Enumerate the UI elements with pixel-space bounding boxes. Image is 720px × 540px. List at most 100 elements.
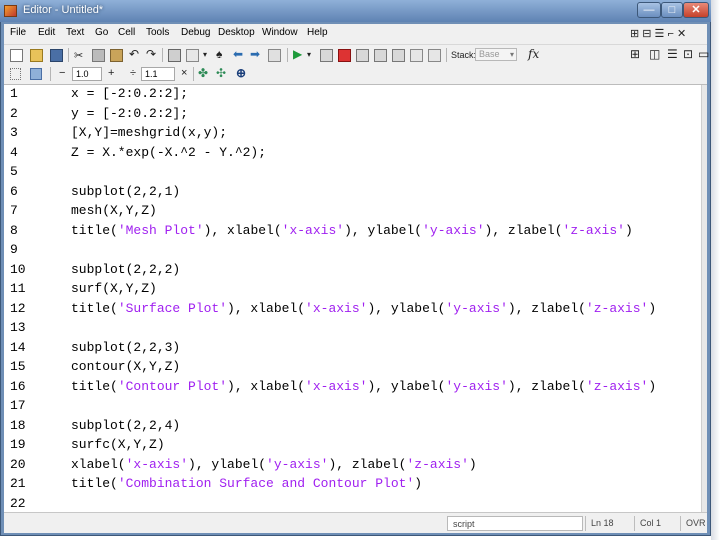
dock-undock-icon[interactable]: ▭ bbox=[698, 47, 709, 61]
redo-icon[interactable]: ↷ bbox=[146, 47, 156, 61]
code-line[interactable]: Z = X.*exp(-X.^2 - Y.^2); bbox=[71, 145, 266, 160]
save-icon[interactable] bbox=[50, 49, 63, 62]
dock-layout-icons[interactable]: ⊞ ⊟ ☰ ⌐ ✕ bbox=[630, 27, 686, 40]
cell-step-input[interactable]: 1.0 bbox=[72, 67, 102, 81]
toolbar-separator bbox=[446, 48, 447, 62]
increment-button[interactable]: + bbox=[108, 67, 114, 79]
float-layout-icon[interactable]: ⊡ bbox=[683, 47, 693, 61]
code-line[interactable]: title('Surface Plot'), xlabel('x-axis'),… bbox=[71, 301, 656, 316]
step-out-icon[interactable] bbox=[392, 49, 405, 62]
set-breakpoint-icon[interactable] bbox=[320, 49, 333, 62]
string-literal: 'y-axis' bbox=[445, 301, 508, 316]
status-bar: script Ln 18 Col 1 OVR bbox=[4, 512, 707, 533]
new-file-icon[interactable] bbox=[10, 49, 23, 62]
go-to-icon[interactable] bbox=[268, 49, 281, 62]
code-line[interactable]: title('Mesh Plot'), xlabel('x-axis'), yl… bbox=[71, 223, 633, 238]
code-token: ), ylabel( bbox=[344, 223, 423, 238]
code-line[interactable]: surfc(X,Y,Z) bbox=[71, 437, 165, 452]
code-token: mesh(X,Y,Z) bbox=[71, 203, 157, 218]
step-icon[interactable] bbox=[356, 49, 369, 62]
vertical-scrollbar[interactable] bbox=[701, 85, 707, 512]
back-arrow-icon[interactable]: ⬅ bbox=[233, 47, 243, 61]
forward-arrow-icon[interactable]: ➡ bbox=[250, 47, 260, 61]
code-line[interactable]: xlabel('x-axis'), ylabel('y-axis'), zlab… bbox=[71, 457, 477, 472]
code-line[interactable]: subplot(2,2,3) bbox=[71, 340, 180, 355]
divide-button[interactable]: ÷ bbox=[130, 67, 136, 79]
code-line[interactable]: subplot(2,2,2) bbox=[71, 262, 180, 277]
continue-icon[interactable] bbox=[410, 49, 423, 62]
evaluate-cell-icon[interactable] bbox=[30, 68, 42, 80]
code-token: title( bbox=[71, 476, 118, 491]
cut-icon[interactable]: ✂ bbox=[74, 49, 83, 62]
string-literal: 'z-axis' bbox=[585, 301, 649, 316]
code-line[interactable]: title('Contour Plot'), xlabel('x-axis'),… bbox=[71, 379, 656, 394]
chevron-down-icon[interactable]: ▾ bbox=[307, 50, 311, 59]
code-token: subplot(2,2,4) bbox=[71, 418, 181, 433]
publish-icon[interactable]: ⊕ bbox=[236, 66, 246, 80]
code-line[interactable]: x = [-2:0.2:2]; bbox=[71, 86, 188, 101]
chevron-down-icon[interactable]: ▾ bbox=[203, 50, 207, 59]
line-number: 17 bbox=[10, 398, 26, 413]
function-browser-button[interactable]: fx bbox=[528, 47, 539, 61]
maximize-button[interactable]: □ bbox=[661, 2, 683, 18]
tile-layout-icon[interactable]: ⊞ bbox=[630, 47, 640, 61]
code-line[interactable]: [X,Y]=meshgrid(x,y); bbox=[71, 125, 227, 140]
code-token: ), zlabel( bbox=[507, 301, 586, 316]
open-folder-icon[interactable] bbox=[30, 49, 43, 62]
exit-debug-icon[interactable] bbox=[428, 49, 441, 62]
menu-desktop[interactable]: Desktop bbox=[218, 27, 255, 38]
status-mode: script bbox=[447, 516, 583, 531]
code-line[interactable]: surf(X,Y,Z) bbox=[71, 281, 157, 296]
code-line[interactable]: title('Combination Surface and Contour P… bbox=[71, 476, 422, 491]
line-number: 1 bbox=[10, 86, 18, 101]
line-number: 16 bbox=[10, 379, 26, 394]
code-token: ), zlabel( bbox=[507, 379, 586, 394]
menu-help[interactable]: Help bbox=[307, 27, 328, 38]
print-icon[interactable] bbox=[168, 49, 181, 62]
toolbar-separator bbox=[193, 67, 194, 81]
code-line[interactable]: mesh(X,Y,Z) bbox=[71, 203, 157, 218]
code-token: title( bbox=[71, 223, 118, 238]
stack-dropdown[interactable]: Base ▾ bbox=[475, 48, 517, 61]
stack-layout-icon[interactable]: ☰ bbox=[667, 47, 678, 61]
code-line[interactable]: subplot(2,2,4) bbox=[71, 418, 180, 433]
menu-edit[interactable]: Edit bbox=[38, 27, 55, 38]
main-toolbar: ✂ ↶ ↷ ▾ ♠ ⬅ ➡ ▶ ▾ Stack: Base ▾ fx ⊞ ◫ ☰… bbox=[4, 44, 709, 66]
clear-breakpoints-icon[interactable] bbox=[338, 49, 351, 62]
code-line[interactable]: y = [-2:0.2:2]; bbox=[71, 106, 188, 121]
cell-mode-alt-icon[interactable]: ✣ bbox=[216, 66, 226, 80]
code-token: ), ylabel( bbox=[367, 379, 446, 394]
copy-icon[interactable] bbox=[92, 49, 105, 62]
cell-divisor-input[interactable]: 1.1 bbox=[141, 67, 175, 81]
split-layout-icon[interactable]: ◫ bbox=[649, 47, 660, 61]
find-file-icon[interactable] bbox=[186, 49, 199, 62]
menu-text[interactable]: Text bbox=[66, 27, 84, 38]
code-line[interactable]: subplot(2,2,1) bbox=[71, 184, 180, 199]
code-token: ) bbox=[468, 457, 477, 472]
status-overwrite: OVR bbox=[680, 516, 706, 531]
cell-mode-icon[interactable]: ✤ bbox=[198, 66, 208, 80]
window-title: Editor - Untitled* bbox=[23, 4, 104, 16]
minimize-button[interactable]: — bbox=[637, 2, 661, 18]
run-icon[interactable]: ▶ bbox=[293, 47, 302, 61]
decrement-button[interactable]: − bbox=[59, 67, 65, 79]
menu-tools[interactable]: Tools bbox=[146, 27, 169, 38]
line-number: 6 bbox=[10, 184, 18, 199]
title-bar[interactable]: Editor - Untitled* — □ ✕ bbox=[0, 0, 711, 22]
menu-window[interactable]: Window bbox=[262, 27, 298, 38]
find-binoculars-icon[interactable]: ♠ bbox=[216, 47, 222, 61]
menu-file[interactable]: File bbox=[10, 27, 26, 38]
close-button[interactable]: ✕ bbox=[683, 2, 709, 18]
paste-icon[interactable] bbox=[110, 49, 123, 62]
menu-debug[interactable]: Debug bbox=[181, 27, 210, 38]
code-token: ) bbox=[414, 476, 423, 491]
insert-cell-icon[interactable] bbox=[10, 68, 21, 80]
string-literal: 'y-axis' bbox=[422, 223, 485, 238]
code-editor[interactable]: 1 2 3 4 5 6 7 8 9 10 11 12 13 14 15 16 1… bbox=[4, 85, 701, 512]
undo-icon[interactable]: ↶ bbox=[129, 47, 139, 61]
menu-go[interactable]: Go bbox=[95, 27, 108, 38]
code-line[interactable]: contour(X,Y,Z) bbox=[71, 359, 180, 374]
step-in-icon[interactable] bbox=[374, 49, 387, 62]
multiply-button[interactable]: × bbox=[181, 67, 187, 79]
menu-cell[interactable]: Cell bbox=[118, 27, 135, 38]
